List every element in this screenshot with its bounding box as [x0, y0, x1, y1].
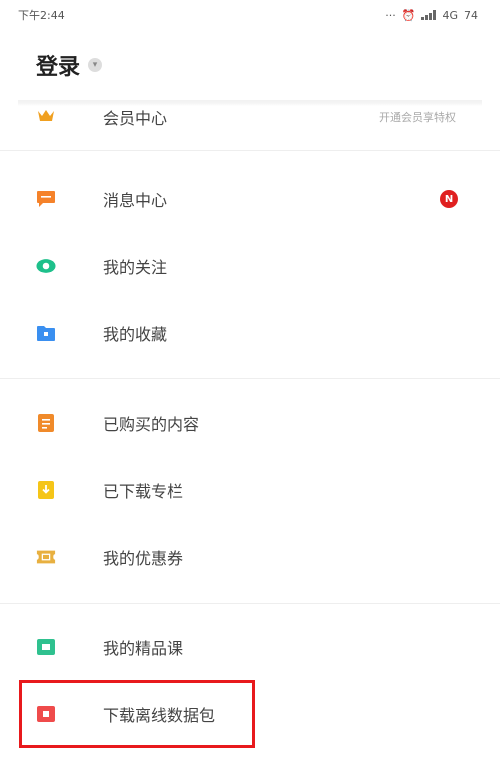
header-cover: 登录 ▾ [0, 30, 500, 100]
network-type: 4G [442, 8, 458, 22]
menu-label-following: 我的关注 [103, 258, 168, 277]
folder-icon [36, 324, 56, 342]
highlight-box [19, 680, 255, 748]
menu-label-premium-courses: 我的精品课 [103, 639, 184, 658]
message-icon [36, 190, 56, 208]
member-promo-text: 开通会员享特权 [379, 111, 456, 124]
signal-icon [421, 10, 437, 20]
receipt-icon [36, 414, 56, 432]
menu-item-premium-courses[interactable]: 我的精品课 [0, 614, 500, 680]
coupon-icon [36, 548, 56, 566]
menu-label-member: 会员中心 [103, 109, 168, 128]
menu-item-purchased[interactable]: 已购买的内容 [0, 390, 500, 456]
header-shadow-top [18, 100, 482, 106]
status-icons: ··· ⏰ 4G 74 [385, 9, 478, 22]
divider [0, 378, 500, 379]
download-book-icon [36, 481, 56, 499]
menu-item-coupons[interactable]: 我的优惠券 [0, 524, 500, 590]
alarm-icon: ⏰ [401, 8, 416, 22]
crown-icon [36, 106, 56, 124]
login-title[interactable]: 登录 [36, 49, 80, 81]
menu-label-favorites: 我的收藏 [103, 325, 168, 344]
battery-level: 74 [464, 8, 478, 22]
menu-label-purchased: 已购买的内容 [103, 415, 200, 434]
menu-label-coupons: 我的优惠券 [103, 549, 184, 568]
divider [0, 603, 500, 604]
menu-item-downloaded-columns[interactable]: 已下载专栏 [0, 457, 500, 523]
eye-icon [36, 257, 56, 275]
menu-item-favorites[interactable]: 我的收藏 [0, 300, 500, 366]
menu-item-messages[interactable]: 消息中心 N [0, 166, 500, 232]
new-badge: N [440, 190, 458, 208]
course-icon [36, 638, 56, 656]
menu-label-downloaded-columns: 已下载专栏 [103, 482, 184, 501]
divider [0, 150, 500, 151]
menu-label-messages: 消息中心 [103, 191, 168, 210]
status-time: 下午2:44 [18, 9, 65, 22]
chevron-down-icon[interactable]: ▾ [88, 58, 103, 72]
more-dots-icon: ··· [385, 8, 396, 22]
menu-item-following[interactable]: 我的关注 [0, 233, 500, 299]
status-bar: 下午2:44 ··· ⏰ 4G 74 [0, 0, 500, 30]
